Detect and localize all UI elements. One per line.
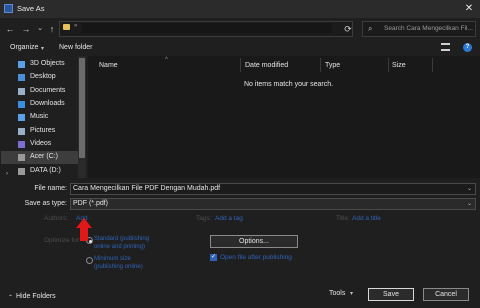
help-icon[interactable]: ? [463, 43, 472, 52]
recent-locations-button[interactable]: ⌄ [34, 22, 46, 36]
folder-icon [63, 24, 70, 30]
red-arrow-annotation-shaft [80, 227, 88, 241]
column-divider[interactable] [240, 58, 241, 72]
cube-icon [18, 61, 25, 68]
column-divider[interactable] [320, 58, 321, 72]
sidebar-scrollbar-thumb[interactable] [79, 58, 85, 158]
hide-folders-button[interactable]: Hide Folders [16, 293, 56, 300]
cancel-button[interactable]: Cancel [423, 288, 469, 301]
videos-icon [18, 141, 25, 148]
sidebar-item-label: Videos [30, 140, 52, 147]
music-icon [18, 114, 25, 121]
sidebar-item-label: Pictures [30, 127, 56, 134]
save-as-type-select[interactable]: PDF (*.pdf) [70, 198, 476, 210]
drive-icon [18, 168, 25, 175]
save-button[interactable]: Save [368, 288, 414, 301]
add-tag-link[interactable]: Add a tag [215, 215, 243, 222]
column-header-name[interactable]: Name [99, 62, 118, 69]
sidebar-item-pictures[interactable]: Pictures [18, 125, 78, 138]
chevron-down-icon[interactable]: ⌄ [467, 185, 472, 192]
options-button[interactable]: Options... [210, 235, 298, 248]
optimize-for-label: Optimize for: [44, 237, 81, 244]
sidebar-item-3d-objects[interactable]: 3D Objects [18, 58, 78, 71]
open-after-checkbox[interactable]: ✓ [210, 254, 217, 261]
window-title: Save As [17, 4, 45, 13]
open-after-publishing-label[interactable]: Open file after publishing [220, 254, 292, 261]
downloads-icon [18, 101, 25, 108]
radio-minimum-size[interactable] [86, 257, 93, 264]
add-title-link[interactable]: Add a title [352, 215, 381, 222]
word-app-icon [4, 4, 13, 13]
sidebar-item-downloads[interactable]: Downloads [18, 98, 78, 111]
sidebar-item-label: DATA (D:) [30, 167, 61, 174]
chevron-down-icon[interactable]: ⌄ [467, 200, 472, 207]
empty-results-message: No items match your search. [244, 81, 334, 88]
desktop-icon [18, 74, 25, 81]
sort-arrow-icon: ^ [165, 57, 168, 63]
sidebar-item-acer-c[interactable]: Acer (C:) [1, 151, 78, 164]
file-list[interactable] [88, 56, 480, 178]
new-folder-button[interactable]: New folder [59, 44, 92, 51]
column-divider[interactable] [432, 58, 433, 72]
sidebar-item-desktop[interactable]: Desktop [18, 71, 78, 84]
file-name-label: File name: [34, 185, 67, 192]
chevron-down-icon[interactable]: ▾ [350, 290, 353, 297]
sidebar-item-label: Music [30, 113, 49, 120]
sidebar-item-label: Downloads [30, 100, 65, 107]
search-placeholder: Search Cara Mengecilkan Fil... [384, 25, 473, 32]
tags-label: Tags: [196, 215, 212, 222]
breadcrumb-chevron-icon[interactable]: » [74, 23, 77, 29]
up-button[interactable]: ↑ [46, 22, 58, 36]
address-path-redacted[interactable] [82, 23, 332, 33]
close-button[interactable]: ✕ [458, 0, 480, 18]
chevron-up-icon[interactable]: ⌃ [8, 294, 13, 301]
refresh-button[interactable]: ⟳ [342, 21, 354, 37]
sidebar-item-label: Acer (C:) [30, 153, 58, 160]
radio-minimum-size-label[interactable]: Minimum size (publishing online) [94, 256, 158, 271]
chevron-right-icon[interactable]: › [6, 171, 8, 177]
sidebar-item-music[interactable]: Music [18, 111, 78, 124]
forward-button[interactable]: → [20, 22, 32, 36]
view-options-icon[interactable] [441, 43, 450, 51]
documents-icon [18, 88, 25, 95]
save-as-type-label: Save as type: [24, 200, 67, 207]
sidebar-item-data-d[interactable]: DATA (D:) [18, 165, 78, 178]
pictures-icon [18, 128, 25, 135]
organize-button[interactable]: Organize [10, 44, 38, 51]
column-header-date-modified[interactable]: Date modified [245, 62, 288, 69]
title-label: Title: [336, 215, 350, 222]
sidebar-item-label: 3D Objects [30, 60, 65, 67]
file-name-field[interactable]: Cara Mengecilkan File PDF Dengan Mudah.p… [70, 183, 476, 195]
sidebar-item-documents[interactable]: Documents [18, 85, 78, 98]
column-header-type[interactable]: Type [325, 62, 340, 69]
sidebar-item-label: Desktop [30, 73, 56, 80]
authors-label: Authors: [44, 215, 69, 222]
sidebar-item-videos[interactable]: Videos [18, 138, 78, 151]
chevron-down-icon: ▾ [41, 46, 45, 52]
search-icon: ⌕ [368, 24, 373, 33]
radio-standard-label[interactable]: Standard (publishing online and printing… [94, 236, 164, 251]
back-button[interactable]: ← [4, 22, 16, 36]
column-header-size[interactable]: Size [392, 62, 406, 69]
title-bar [0, 0, 480, 18]
sidebar-item-label: Documents [30, 87, 66, 94]
tools-menu-button[interactable]: Tools [329, 290, 345, 297]
column-divider[interactable] [388, 58, 389, 72]
drive-icon [18, 154, 25, 161]
